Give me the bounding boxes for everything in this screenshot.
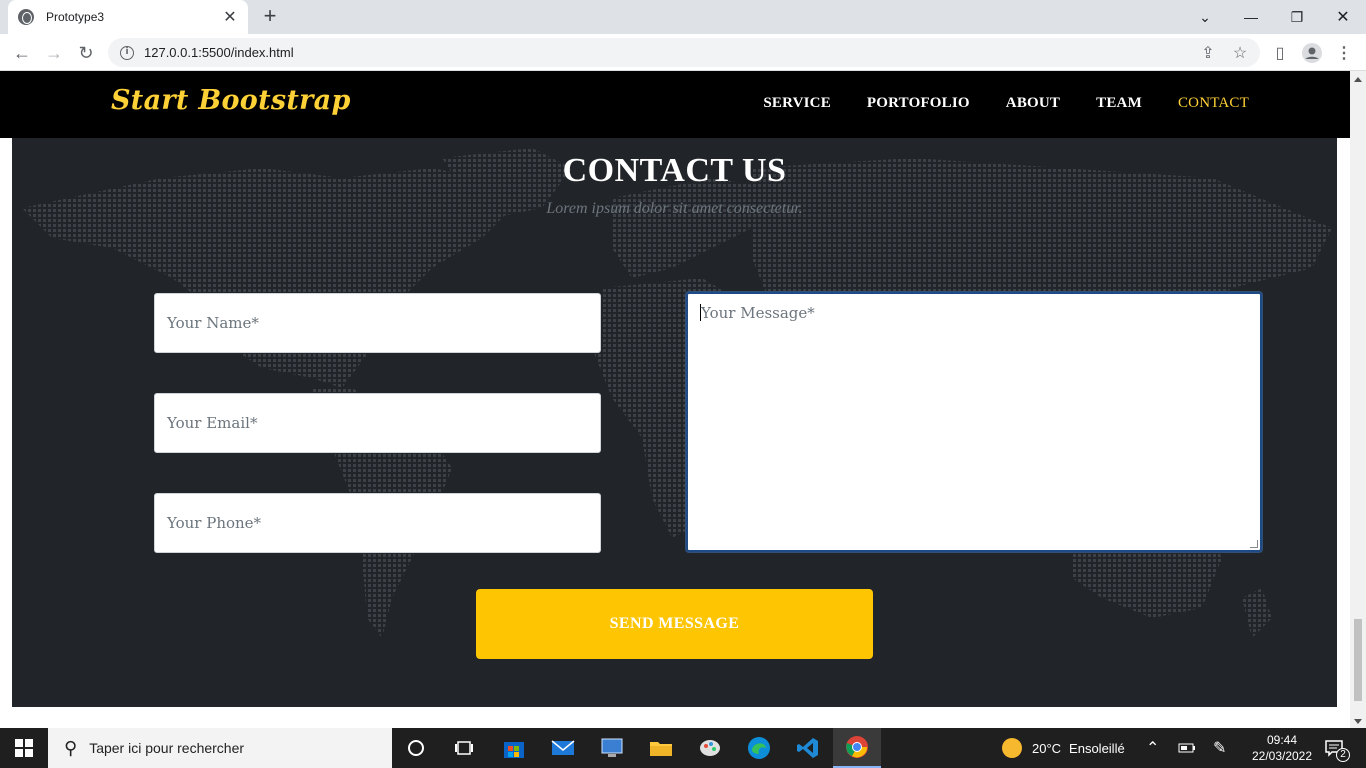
nav-link-contact[interactable]: CONTACT [1178, 95, 1249, 112]
notification-badge: 2 [1336, 748, 1350, 762]
back-icon[interactable]: ← [10, 41, 34, 65]
brand-logo[interactable]: Start Bootstrap [111, 85, 351, 116]
browser-toolbar: ← → ↻ i 127.0.0.1:5500/index.html ⇪ ☆ ▯ … [0, 34, 1366, 71]
browser-tab[interactable]: Prototype3 ✕ [8, 0, 248, 34]
restore-button[interactable]: ❐ [1274, 0, 1320, 34]
message-textarea[interactable]: Your Message* [686, 292, 1262, 552]
clock-date: 22/03/2022 [1251, 749, 1313, 763]
clock-time: 09:44 [1266, 733, 1298, 747]
pen-input-icon[interactable]: ✎ [1213, 728, 1226, 768]
taskbar-search-box[interactable]: ⚲ Taper ici pour rechercher [48, 728, 392, 768]
edge-browser-icon[interactable] [735, 728, 783, 768]
menu-kebab-icon[interactable]: ⋮ [1332, 41, 1356, 65]
share-icon[interactable]: ⇪ [1196, 41, 1220, 65]
side-panel-icon[interactable]: ▯ [1268, 41, 1292, 65]
microsoft-store-icon[interactable] [490, 728, 538, 768]
file-explorer-icon[interactable] [637, 728, 685, 768]
message-placeholder: Your Message* [701, 304, 815, 322]
profile-avatar-icon[interactable] [1300, 41, 1324, 65]
vscode-icon[interactable] [784, 728, 832, 768]
close-tab-icon[interactable]: ✕ [222, 7, 238, 27]
phone-input[interactable]: Your Phone* [154, 493, 601, 553]
scroll-thumb[interactable] [1354, 619, 1362, 701]
chrome-icon[interactable] [833, 728, 881, 768]
url-text: 127.0.0.1:5500/index.html [144, 45, 294, 60]
resize-handle-icon[interactable] [1250, 540, 1258, 548]
address-bar[interactable]: i 127.0.0.1:5500/index.html [108, 38, 1260, 67]
windows-taskbar: ⚲ Taper ici pour rechercher 20°C Ensolei… [0, 728, 1366, 768]
send-message-button[interactable]: SEND MESSAGE [476, 589, 873, 659]
weather-widget[interactable]: 20°C Ensoleillé [1002, 728, 1125, 768]
taskbar-search-placeholder: Taper ici pour rechercher [89, 740, 245, 756]
battery-icon[interactable] [1178, 728, 1196, 768]
task-view-icon[interactable] [440, 728, 488, 768]
close-window-button[interactable]: ✕ [1320, 0, 1366, 34]
windows-logo-icon [15, 739, 33, 757]
nav-link-team[interactable]: TEAM [1096, 95, 1142, 112]
nav-links: SERVICE PORTOFOLIO ABOUT TEAM CONTACT [727, 95, 1249, 112]
contact-section: CONTACT US Lorem ipsum dolor sit amet co… [12, 138, 1337, 707]
forward-icon[interactable]: → [42, 41, 66, 65]
scroll-up-icon[interactable] [1354, 77, 1362, 82]
cortana-icon[interactable] [392, 728, 440, 768]
email-input[interactable]: Your Email* [154, 393, 601, 453]
section-heading: CONTACT US [562, 152, 787, 189]
bookmark-star-icon[interactable]: ☆ [1228, 41, 1252, 65]
page-viewport: Start Bootstrap SERVICE PORTOFOLIO ABOUT… [0, 71, 1350, 728]
globe-icon [18, 9, 34, 25]
page-scrollbar[interactable] [1350, 71, 1366, 728]
minimize-button[interactable]: — [1228, 0, 1274, 34]
scroll-down-icon[interactable] [1354, 719, 1362, 724]
site-info-icon[interactable]: i [120, 45, 134, 60]
sun-icon [1002, 738, 1022, 758]
tab-title: Prototype3 [46, 10, 105, 24]
site-navbar: Start Bootstrap SERVICE PORTOFOLIO ABOUT… [0, 71, 1350, 138]
nav-link-portofolio[interactable]: PORTOFOLIO [867, 95, 970, 112]
remote-desktop-icon[interactable] [588, 728, 636, 768]
new-tab-button[interactable]: + [258, 5, 282, 29]
clock[interactable]: 09:44 22/03/2022 [1250, 728, 1314, 768]
windows-start-button[interactable] [0, 728, 48, 768]
weather-description: Ensoleillé [1069, 740, 1125, 756]
browser-tab-strip: Prototype3 ✕ + ⌄ — ❐ ✕ [0, 0, 1366, 34]
weather-temperature: 20°C [1032, 740, 1062, 756]
nav-link-about[interactable]: ABOUT [1006, 95, 1060, 112]
name-input[interactable]: Your Name* [154, 293, 601, 353]
reload-icon[interactable]: ↻ [74, 41, 98, 65]
show-hidden-icons-chevron-icon[interactable]: ⌃ [1146, 728, 1159, 768]
section-subheading: Lorem ipsum dolor sit amet consectetur. [546, 200, 803, 217]
notification-center-icon[interactable]: 2 [1324, 728, 1350, 768]
mail-icon[interactable] [539, 728, 587, 768]
search-icon: ⚲ [64, 737, 78, 758]
tab-search-button[interactable]: ⌄ [1182, 0, 1228, 34]
paint-app-icon[interactable] [686, 728, 734, 768]
nav-link-service[interactable]: SERVICE [763, 95, 831, 112]
